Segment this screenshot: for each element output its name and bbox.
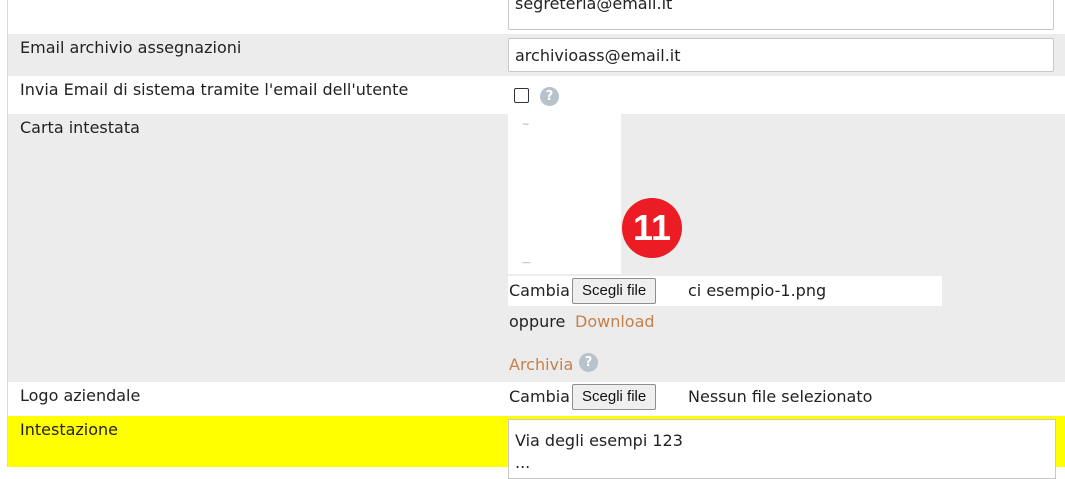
carta-change-label: Cambia <box>509 281 570 300</box>
carta-file-name: ci esempio-1.png <box>688 281 827 300</box>
intestazione-row: Intestazione Via degli esempi 123 ... <box>8 416 1065 479</box>
logo-aziendale-label: Logo aziendale <box>20 386 141 405</box>
intestazione-textarea[interactable]: Via degli esempi 123 ... <box>508 419 1056 479</box>
email-archivio-label: Email archivio assegnazioni <box>20 38 242 57</box>
carta-intestata-row: Carta intestata ~ — Cambia Scegli file c… <box>8 114 1065 382</box>
carta-intestata-label: Carta intestata <box>20 118 140 137</box>
invia-email-label: Invia Email di sistema tramite l'email d… <box>20 80 409 99</box>
invia-email-checkbox[interactable] <box>514 88 529 103</box>
segreteria-row: segreteria@email.it <box>8 0 1065 34</box>
carta-choose-file-button[interactable]: Scegli file <box>572 278 657 304</box>
carta-file-picker: Cambia Scegli file ci esempio-1.png <box>508 276 942 306</box>
logo-choose-file-button[interactable]: Scegli file <box>572 384 657 410</box>
logo-change-label: Cambia <box>509 387 570 406</box>
preview-mark-bottom: — <box>522 258 531 268</box>
letterhead-preview-image: ~ — <box>508 114 621 274</box>
segreteria-email-field[interactable]: segreteria@email.it <box>508 0 1054 30</box>
preview-mark-top: ~ <box>522 120 530 130</box>
email-archivio-field[interactable]: archivioass@email.it <box>508 38 1054 72</box>
help-icon[interactable]: ? <box>540 87 559 106</box>
help-icon[interactable]: ? <box>579 353 598 372</box>
download-link[interactable]: Download <box>575 312 655 331</box>
intestazione-line-2: ... <box>515 453 531 472</box>
intestazione-label: Intestazione <box>20 420 119 439</box>
annotation-number-badge: 11 <box>622 198 682 258</box>
logo-file-picker: Cambia Scegli file Nessun file seleziona… <box>508 382 1028 412</box>
archivia-link[interactable]: Archivia <box>509 355 573 374</box>
logo-aziendale-row: Logo aziendale Cambia Scegli file Nessun… <box>8 382 1065 416</box>
invia-email-row: Invia Email di sistema tramite l'email d… <box>8 76 1065 114</box>
email-archivio-row: Email archivio assegnazioni archivioass@… <box>8 34 1065 76</box>
intestazione-line-1: Via degli esempi 123 <box>515 431 683 450</box>
oppure-label: oppure <box>509 312 566 331</box>
logo-file-name: Nessun file selezionato <box>688 387 873 406</box>
